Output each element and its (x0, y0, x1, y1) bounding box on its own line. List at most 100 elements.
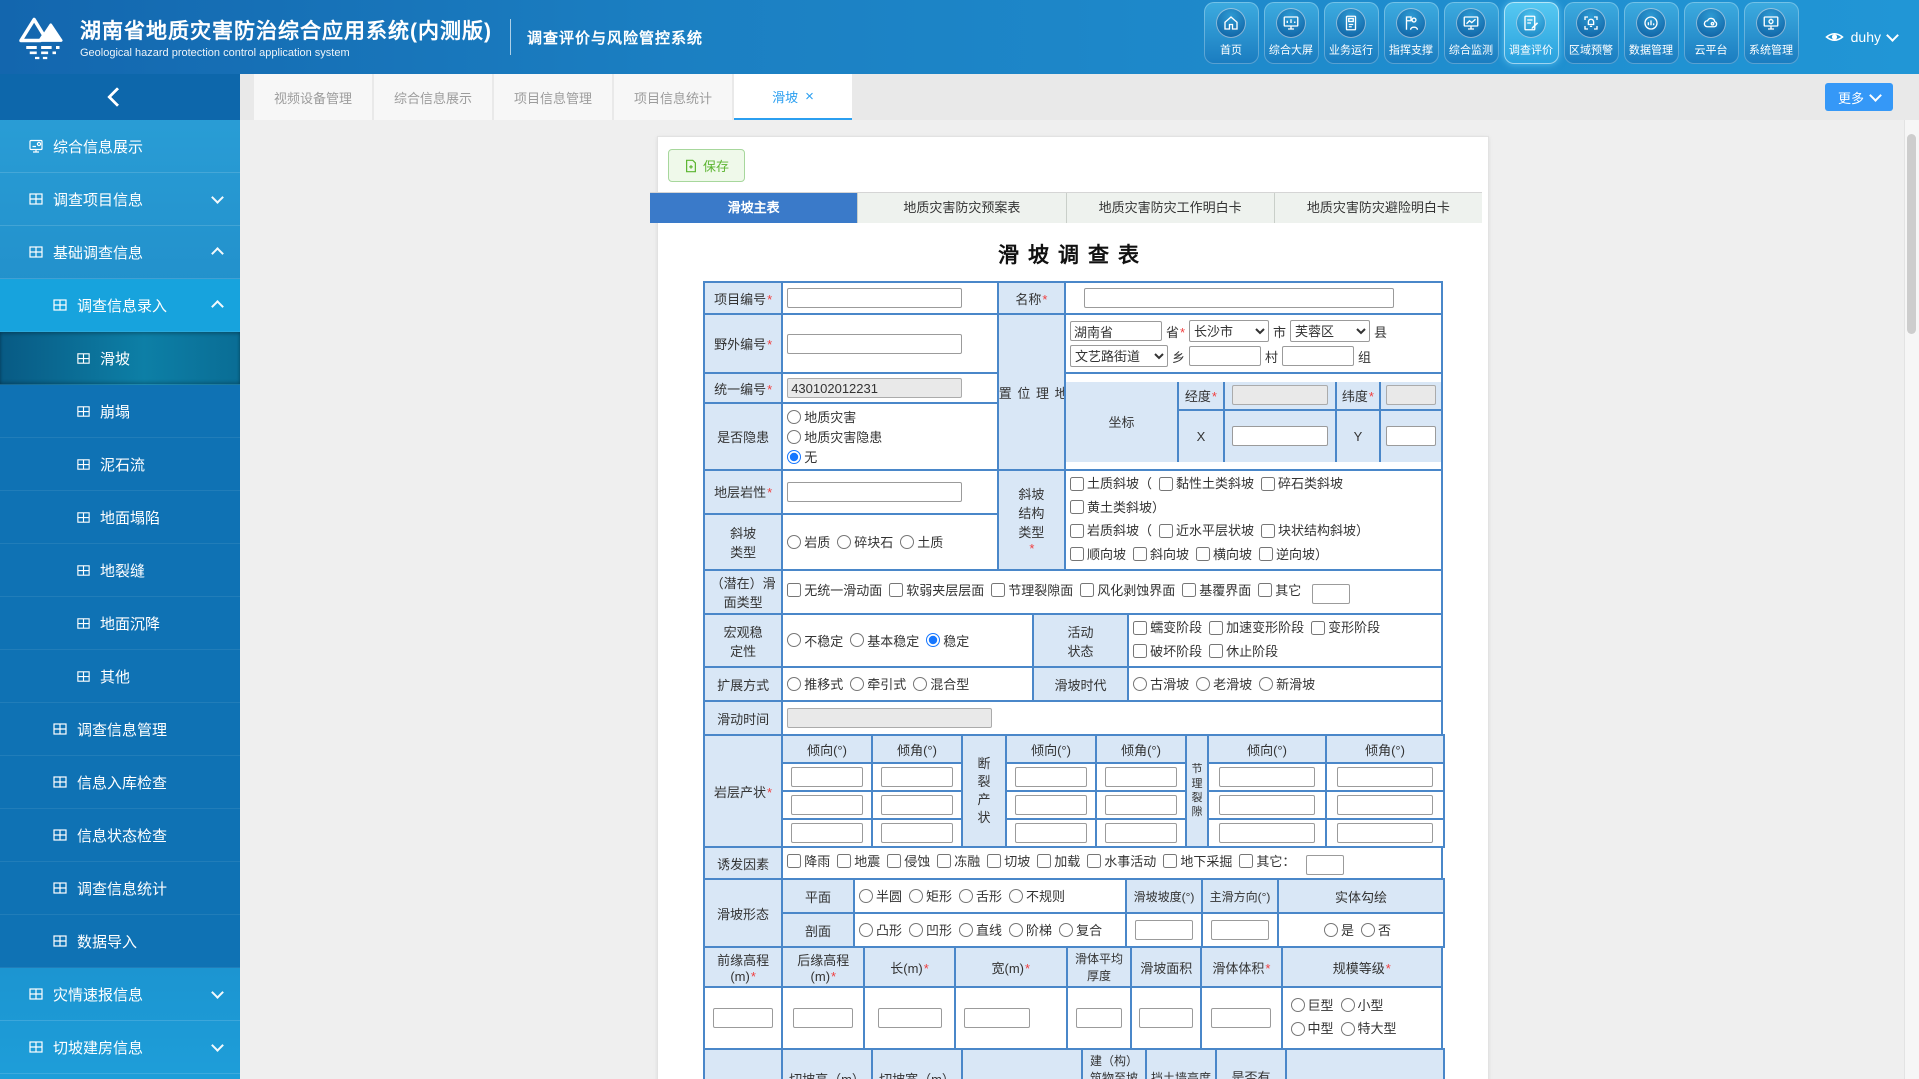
sidebar-item-survey-info-stats[interactable]: 调查信息统计 (0, 862, 240, 915)
nav-command[interactable]: 指挥支撑 (1384, 2, 1439, 64)
tab-video-device-mgmt[interactable]: 视频设备管理 (254, 74, 372, 120)
plan-option-1[interactable]: 矩形 (909, 886, 952, 905)
form-tab-prevention-plan[interactable]: 地质灾害防灾预案表 (858, 193, 1066, 223)
sidebar-item-comprehensive-info-display[interactable]: 综合信息展示 (0, 120, 240, 173)
lithology-input[interactable] (787, 482, 962, 502)
form-tab-landslide-main[interactable]: 滑坡主表 (650, 193, 858, 223)
fault-dir-input-1[interactable] (1015, 767, 1087, 787)
form-tab-work-card[interactable]: 地质灾害防灾工作明白卡 (1067, 193, 1275, 223)
tab-landslide[interactable]: 滑坡 × (734, 74, 852, 120)
hazard-option-0[interactable]: 地质灾害 (787, 407, 993, 426)
scale-option-3[interactable]: 特大型 (1341, 1018, 1397, 1039)
trigger-option-7[interactable]: 地下采掘 (1163, 851, 1232, 870)
trigger-option-1[interactable]: 地震 (837, 851, 880, 870)
era-option-0[interactable]: 古滑坡 (1133, 674, 1189, 693)
joint-angle-input-2[interactable] (1337, 795, 1433, 815)
form-tab-avoidance-card[interactable]: 地质灾害防灾避险明白卡 (1275, 193, 1482, 223)
strata-dir-input-3[interactable] (791, 823, 863, 843)
front-elevation-input[interactable] (713, 1008, 773, 1028)
province-input[interactable] (1070, 321, 1162, 341)
sidebar-collapse-button[interactable] (0, 74, 240, 120)
length-input[interactable] (878, 1008, 942, 1028)
slope-type-option-1[interactable]: 碎块石 (837, 532, 893, 551)
more-button[interactable]: 更多 (1825, 83, 1893, 111)
nav-monitoring[interactable]: 综合监测 (1444, 2, 1499, 64)
expansion-option-0[interactable]: 推移式 (787, 674, 843, 693)
tab-comprehensive-info[interactable]: 综合信息展示 (374, 74, 492, 120)
slope-degree-input[interactable] (1135, 920, 1193, 940)
county-select[interactable]: 芙蓉区 (1290, 320, 1370, 342)
slip-surface-option-4[interactable]: 基覆界面 (1182, 580, 1251, 599)
entity-option-1[interactable]: 否 (1361, 920, 1391, 939)
nav-bigscreen[interactable]: 综合大屏 (1264, 2, 1319, 64)
sidebar-item-rockfall[interactable]: 崩塌 (0, 385, 240, 438)
vertical-scrollbar[interactable] (1904, 120, 1919, 1079)
scale-option-2[interactable]: 中型 (1291, 1018, 1334, 1039)
y-coordinate-input[interactable] (1386, 426, 1436, 446)
user-menu[interactable]: duhy (1825, 29, 1897, 45)
joint-angle-input-3[interactable] (1337, 823, 1433, 843)
slip-surface-option-1[interactable]: 软弱夹层层面 (889, 580, 984, 599)
joint-angle-input-1[interactable] (1337, 767, 1433, 787)
group-input[interactable] (1282, 346, 1354, 366)
fault-angle-input-2[interactable] (1105, 795, 1177, 815)
fault-dir-input-3[interactable] (1015, 823, 1087, 843)
sidebar-item-cut-slope-housing-info[interactable]: 切坡建房信息 (0, 1021, 240, 1074)
longitude-input[interactable] (1232, 385, 1328, 405)
width-input[interactable] (964, 1008, 1030, 1028)
activity-option-0[interactable]: 蠕变阶段 (1133, 617, 1202, 638)
sidebar-item-ground-collapse[interactable]: 地面塌陷 (0, 491, 240, 544)
stability-option-1[interactable]: 基本稳定 (850, 631, 919, 650)
sidebar-item-data-import[interactable]: 数据导入 (0, 915, 240, 968)
slope-struct-option-1[interactable]: 近水平层状坡 (1159, 520, 1254, 541)
tab-project-info-stats[interactable]: 项目信息统计 (614, 74, 732, 120)
plan-option-3[interactable]: 不规则 (1009, 886, 1065, 905)
sidebar-item-landslide[interactable]: 滑坡 (0, 332, 240, 385)
slip-surface-option-2[interactable]: 节理裂隙面 (991, 580, 1073, 599)
x-coordinate-input[interactable] (1232, 426, 1328, 446)
save-button[interactable]: 保存 (668, 149, 745, 182)
profile-option-0[interactable]: 凸形 (859, 920, 902, 939)
trigger-option-0[interactable]: 降雨 (787, 851, 830, 870)
rear-elevation-input[interactable] (793, 1008, 853, 1028)
stability-option-0[interactable]: 不稳定 (787, 631, 843, 650)
profile-option-3[interactable]: 阶梯 (1009, 920, 1052, 939)
slip-surface-other-input[interactable] (1312, 584, 1350, 604)
slope-struct-option-0[interactable]: 岩质斜坡（ (1070, 520, 1152, 541)
hazard-option-1[interactable]: 地质灾害隐患 (787, 427, 993, 446)
area-input[interactable] (1139, 1008, 1193, 1028)
scale-option-1[interactable]: 小型 (1341, 995, 1384, 1016)
sidebar-item-ground-subsidence[interactable]: 地面沉降 (0, 597, 240, 650)
nav-region-warning[interactable]: 区域预警 (1564, 2, 1619, 64)
entity-option-0[interactable]: 是 (1324, 920, 1354, 939)
joint-dir-input-1[interactable] (1219, 767, 1315, 787)
slope-struct-option-2[interactable]: 横向坡 (1196, 544, 1252, 565)
plan-option-2[interactable]: 舌形 (959, 886, 1002, 905)
trigger-option-6[interactable]: 水事活动 (1087, 851, 1156, 870)
joint-dir-input-2[interactable] (1219, 795, 1315, 815)
activity-option-1[interactable]: 加速变形阶段 (1209, 617, 1304, 638)
scale-option-0[interactable]: 巨型 (1291, 995, 1334, 1016)
village-input[interactable] (1189, 346, 1261, 366)
era-option-2[interactable]: 新滑坡 (1259, 674, 1315, 693)
close-tab-icon[interactable]: × (805, 89, 814, 104)
fault-angle-input-1[interactable] (1105, 767, 1177, 787)
unified-no-input[interactable] (787, 378, 962, 398)
trigger-option-5[interactable]: 加载 (1037, 851, 1080, 870)
slope-struct-option-1[interactable]: 斜向坡 (1133, 544, 1189, 565)
strata-dir-input-2[interactable] (791, 795, 863, 815)
sidebar-item-survey-info-mgmt[interactable]: 调查信息管理 (0, 703, 240, 756)
expansion-option-2[interactable]: 混合型 (913, 674, 969, 693)
slip-surface-option-0[interactable]: 无统一滑动面 (787, 580, 882, 599)
avg-thickness-input[interactable] (1076, 1008, 1122, 1028)
tab-project-info-mgmt[interactable]: 项目信息管理 (494, 74, 612, 120)
city-select[interactable]: 长沙市 (1189, 320, 1269, 342)
volume-input[interactable] (1211, 1008, 1271, 1028)
slope-struct-option-3[interactable]: 逆向坡） (1259, 544, 1328, 565)
slip-surface-option-3[interactable]: 风化剥蚀界面 (1080, 580, 1175, 599)
strata-dir-input-1[interactable] (791, 767, 863, 787)
slope-struct-option-0[interactable]: 顺向坡 (1070, 544, 1126, 565)
activity-option-4[interactable]: 休止阶段 (1209, 641, 1278, 662)
slope-struct-option-1[interactable]: 黏性土类斜坡 (1159, 473, 1254, 494)
slope-type-option-0[interactable]: 岩质 (787, 532, 830, 551)
